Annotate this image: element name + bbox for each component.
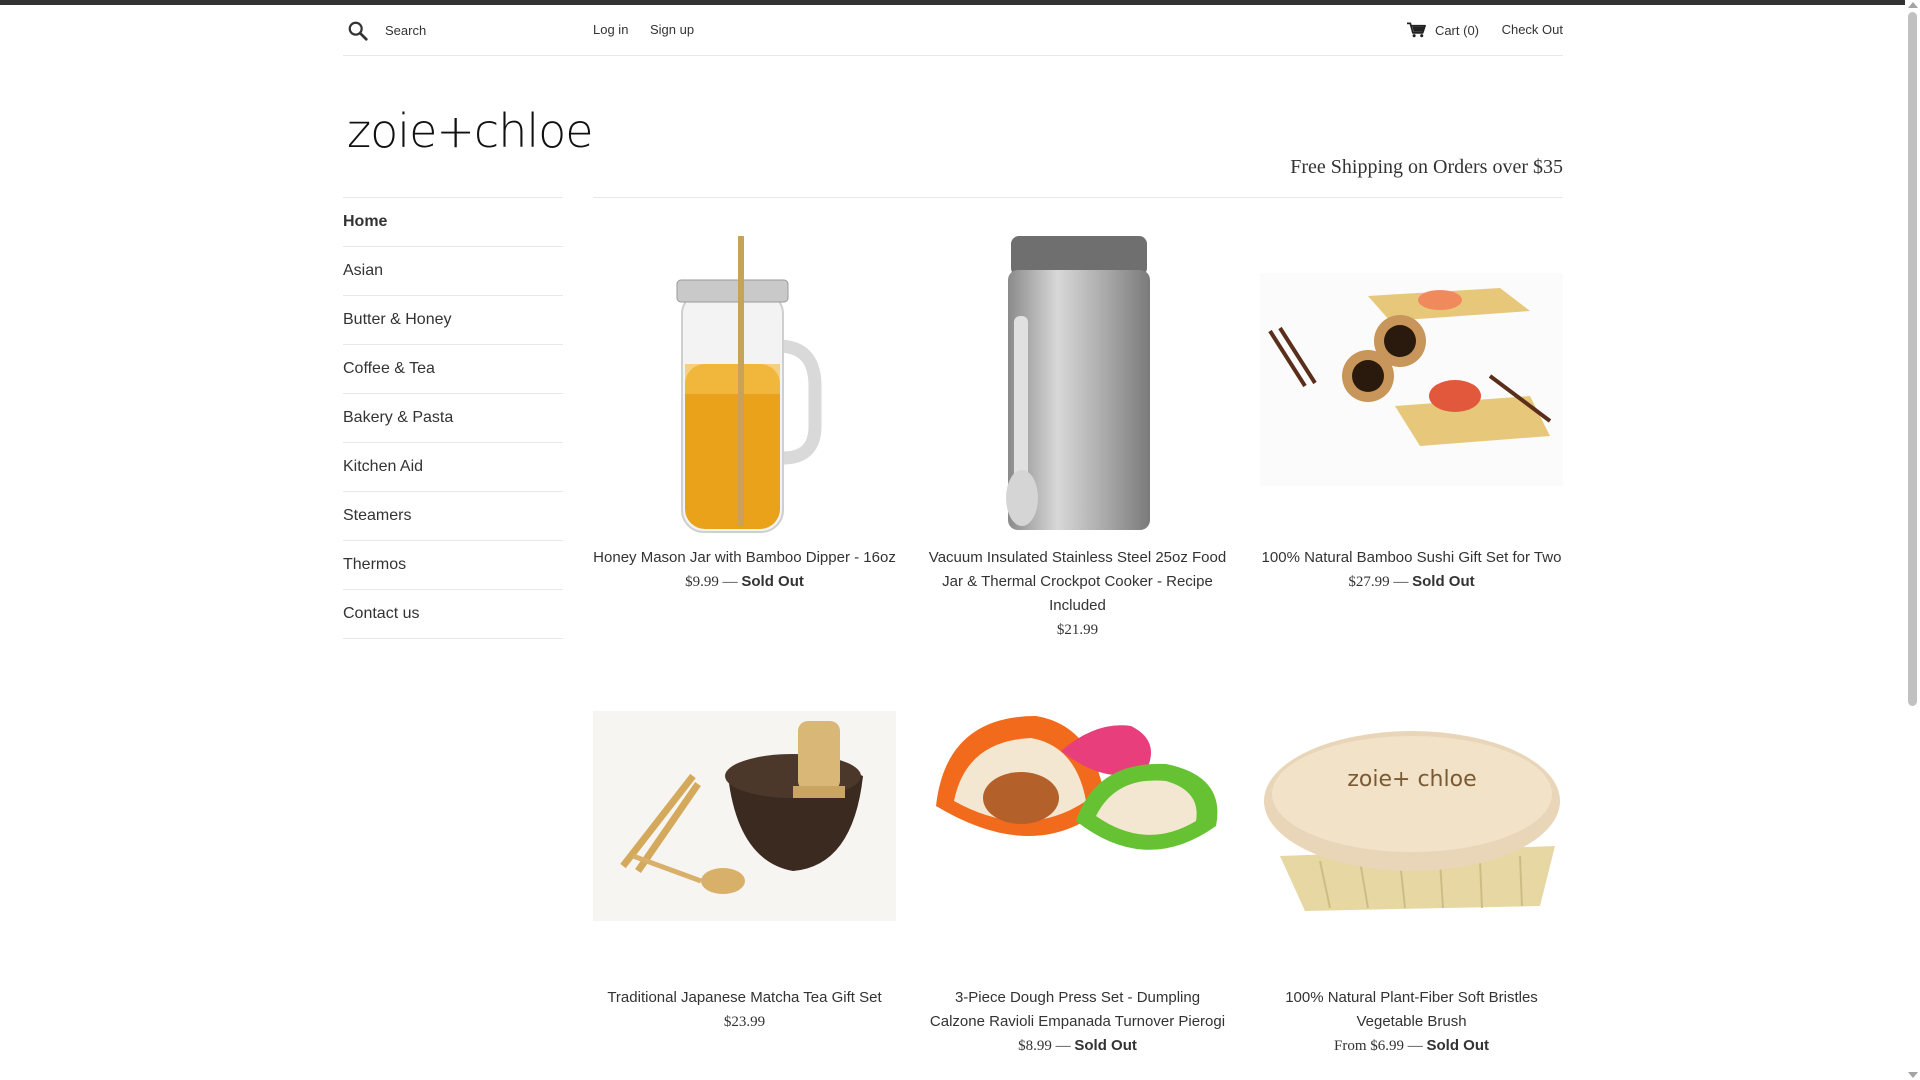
brush-brand-text: zoie+ chloe (1347, 767, 1476, 792)
nav-link[interactable]: Contact us (343, 605, 419, 623)
product-title[interactable]: Honey Mason Jar with Bamboo Dipper - 16o… (593, 546, 896, 570)
sold-out-badge: Sold Out (1426, 1037, 1490, 1054)
search-icon[interactable] (347, 20, 369, 42)
header-bar: Log in Sign up Cart (0) Check Out (343, 5, 1563, 56)
product-image[interactable] (926, 676, 1229, 976)
product-card[interactable]: 100% Natural Bamboo Sushi Gift Set for T… (1260, 236, 1563, 594)
product-title[interactable]: Traditional Japanese Matcha Tea Gift Set (593, 986, 896, 1010)
product-title[interactable]: 3-Piece Dough Press Set - Dumpling Calzo… (926, 986, 1229, 1034)
product-title[interactable]: 100% Natural Plant-Fiber Soft Bristles V… (1260, 986, 1563, 1034)
sidebar-item-thermos[interactable]: Thermos (343, 541, 563, 590)
cart-icon (1406, 22, 1426, 38)
product-title[interactable]: Vacuum Insulated Stainless Steel 25oz Fo… (926, 546, 1229, 618)
nav-link[interactable]: Asian (343, 262, 383, 280)
sidebar-item-steamers[interactable]: Steamers (343, 492, 563, 541)
branding: zoie+chloe Free Shipping on Orders over … (343, 56, 1563, 198)
sidebar-nav: Home Asian Butter & Honey Coffee & Tea B… (343, 197, 563, 639)
page-wrapper: Log in Sign up Cart (0) Check Out zoie+c… (343, 5, 1563, 1054)
sidebar-item-bakery-pasta[interactable]: Bakery & Pasta (343, 394, 563, 443)
product-title[interactable]: 100% Natural Bamboo Sushi Gift Set for T… (1260, 546, 1563, 570)
dough-press-image (936, 716, 1218, 850)
product-card[interactable]: Vacuum Insulated Stainless Steel 25oz Fo… (926, 236, 1229, 642)
sold-out-badge: Sold Out (1412, 573, 1475, 590)
product-image[interactable]: zoie+ chloe (1260, 676, 1563, 976)
nav-link[interactable]: Bakery & Pasta (343, 409, 453, 427)
search-input[interactable] (385, 19, 575, 41)
checkout-link[interactable]: Check Out (1502, 22, 1563, 37)
product-price: $21.99 (1056, 622, 1099, 638)
product-card[interactable]: zoie+ chloe 100% Natural Plant-Fiber Sof… (1260, 676, 1563, 1058)
product-grid: Honey Mason Jar with Bamboo Dipper - 16o… (593, 197, 1563, 1054)
sidebar-item-coffee-tea[interactable]: Coffee & Tea (343, 345, 563, 394)
signup-link[interactable]: Sign up (650, 22, 694, 37)
product-image[interactable] (926, 236, 1229, 536)
food-jar-image (1006, 236, 1150, 530)
site-logo[interactable]: zoie+chloe (347, 104, 594, 158)
shipping-banner: Free Shipping on Orders over $35 (1290, 156, 1563, 178)
nav-link[interactable]: Kitchen Aid (343, 458, 423, 476)
product-card[interactable]: Honey Mason Jar with Bamboo Dipper - 16o… (593, 236, 896, 594)
nav-link[interactable]: Home (343, 213, 387, 231)
product-price: $27.99 — Sold Out (1348, 573, 1475, 590)
cart-link[interactable]: Cart (0) (1406, 22, 1479, 38)
matcha-set-image (593, 711, 896, 921)
product-price: From $6.99 — Sold Out (1333, 1037, 1490, 1054)
nav-link[interactable]: Butter & Honey (343, 311, 452, 329)
product-card[interactable]: 3-Piece Dough Press Set - Dumpling Calzo… (926, 676, 1229, 1058)
product-price: $23.99 (723, 1014, 766, 1030)
product-image[interactable] (593, 676, 896, 976)
sidebar-item-butter-honey[interactable]: Butter & Honey (343, 296, 563, 345)
scroll-thumb[interactable] (1908, 12, 1917, 706)
product-image[interactable] (593, 236, 896, 536)
sidebar-item-kitchen-aid[interactable]: Kitchen Aid (343, 443, 563, 492)
product-price: $9.99 — Sold Out (685, 573, 804, 590)
page-scrollbar[interactable] (1905, 0, 1920, 1080)
mason-jar-image (676, 236, 822, 533)
cart-label[interactable]: Cart (0) (1435, 23, 1479, 38)
nav-link[interactable]: Steamers (343, 507, 411, 525)
scroll-down-icon[interactable] (1908, 1072, 1918, 1078)
sidebar-item-asian[interactable]: Asian (343, 247, 563, 296)
sushi-set-image (1260, 273, 1563, 486)
login-link[interactable]: Log in (593, 22, 628, 37)
sold-out-badge: Sold Out (1074, 1037, 1137, 1054)
product-price: $8.99 — Sold Out (1018, 1037, 1137, 1054)
sold-out-badge: Sold Out (741, 573, 804, 590)
product-image[interactable] (1260, 236, 1563, 536)
sidebar-item-contact[interactable]: Contact us (343, 590, 563, 639)
nav-link[interactable]: Coffee & Tea (343, 360, 435, 378)
product-card[interactable]: Traditional Japanese Matcha Tea Gift Set… (593, 676, 896, 1034)
sidebar-item-home[interactable]: Home (343, 198, 563, 247)
vegetable-brush-image: zoie+ chloe (1264, 731, 1560, 911)
scroll-up-icon[interactable] (1908, 2, 1918, 8)
nav-link[interactable]: Thermos (343, 556, 406, 574)
